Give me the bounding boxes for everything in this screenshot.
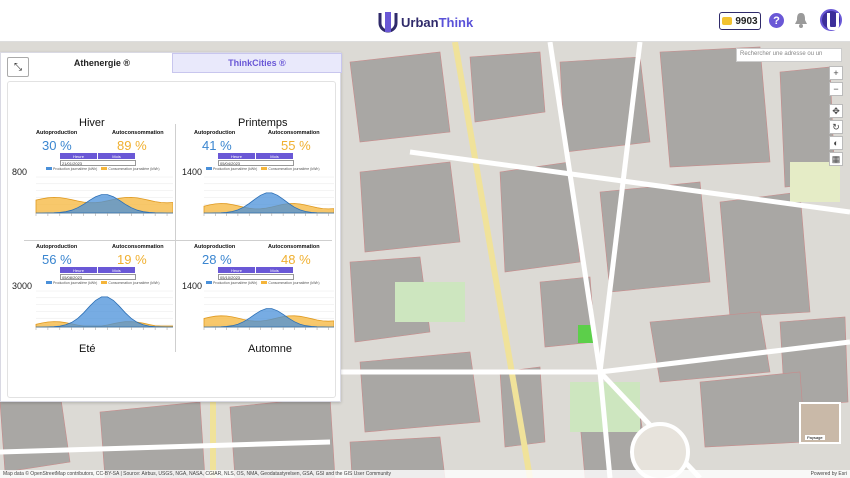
autoconsommation-value: 48 % (281, 252, 311, 267)
help-button[interactable]: ? (769, 13, 784, 28)
legend-prod: Production journalière (kWh) (46, 281, 97, 285)
hour-option[interactable]: Heure (60, 153, 98, 159)
autoproduction-label: Autoproduction (194, 130, 236, 136)
notification-bell-icon[interactable] (794, 12, 808, 28)
legend-prod: Production journalière (kWh) (46, 167, 97, 171)
season-title: Eté (79, 343, 96, 355)
autoconsommation-value: 89 % (117, 138, 147, 153)
map-toolbar: + − ✥ ↻ ◐ ▦ (829, 66, 843, 166)
month-option[interactable]: Mois (98, 267, 136, 273)
rotate-icon[interactable]: ↻ (829, 120, 843, 134)
period-toggle[interactable]: Heure Mois (60, 267, 136, 273)
zoom-in-button[interactable]: + (829, 66, 843, 80)
basemap-label: Paysage (805, 435, 825, 440)
month-option[interactable]: Mois (256, 267, 294, 273)
energy-chart (35, 290, 173, 330)
date-input[interactable]: 05/08/2023 (60, 274, 136, 280)
autoproduction-label: Autoproduction (36, 130, 78, 136)
energy-chart (35, 176, 173, 216)
hour-option[interactable]: Heure (60, 267, 98, 273)
autoconsommation-label: Autoconsommation (112, 244, 164, 250)
y-axis-max: 800 (12, 167, 28, 177)
autoproduction-value: 30 % (42, 138, 72, 153)
urbanthink-logo-icon (378, 12, 398, 33)
coins-icon (722, 17, 733, 25)
energy-chart (203, 176, 334, 216)
season-ete: Eté Autoproduction Autoconsommation 56 %… (12, 244, 174, 355)
season-title: Automne (248, 343, 293, 355)
collapse-panel-icon[interactable]: ⤡ (7, 57, 29, 77)
autoconsommation-value: 55 % (281, 138, 311, 153)
autoconsommation-value: 19 % (117, 252, 147, 267)
hour-option[interactable]: Heure (218, 267, 256, 273)
autoproduction-value: 56 % (42, 252, 72, 267)
map-attribution: Map data © OpenStreetMap contributors, C… (0, 470, 850, 478)
credits-badge[interactable]: 9903 (719, 12, 761, 30)
address-search-input[interactable]: Rechercher une adresse ou un (736, 48, 842, 62)
date-input[interactable]: 05/10/2023 (218, 274, 294, 280)
autoproduction-value: 28 % (202, 252, 232, 267)
hour-option[interactable]: Heure (218, 153, 256, 159)
autoproduction-label: Autoproduction (36, 244, 78, 250)
chart-legend: Production journalière (kWh) Consommatio… (46, 281, 160, 285)
legend-cons: Consommation journalière (kWh) (261, 281, 320, 285)
top-bar: UrbanThink 9903 ? (0, 0, 850, 42)
user-avatar[interactable] (820, 9, 842, 31)
powered-by: Powered by Esri (810, 471, 847, 477)
energy-chart (203, 290, 334, 330)
month-option[interactable]: Mois (256, 153, 294, 159)
brand-logo[interactable]: UrbanThink (378, 10, 473, 34)
legend-prod: Production journalière (kWh) (206, 167, 257, 171)
energy-panel: ⤡ Athenergie ® ThinkCities ® Hiver Autop… (0, 52, 342, 402)
credits-value: 9903 (735, 15, 758, 27)
tab-athenergie[interactable]: Athenergie ® (31, 53, 173, 73)
period-toggle[interactable]: Heure Mois (60, 153, 136, 159)
season-title: Hiver (79, 117, 105, 129)
legend-cons: Consommation journalière (kWh) (101, 167, 160, 171)
legend-cons: Consommation journalière (kWh) (101, 281, 160, 285)
legend-cons: Consommation journalière (kWh) (261, 167, 320, 171)
compass-icon[interactable]: ◐ (829, 136, 843, 150)
chart-legend: Production journalière (kWh) Consommatio… (206, 167, 320, 171)
season-automne: Automne Autoproduction Autoconsommation … (182, 244, 338, 355)
pan-icon[interactable]: ✥ (829, 104, 843, 118)
brand-name: UrbanThink (401, 14, 474, 30)
grid-divider-vertical (175, 124, 176, 352)
legend-prod: Production journalière (kWh) (206, 281, 257, 285)
zoom-out-button[interactable]: − (829, 82, 843, 96)
season-printemps: Printemps Autoproduction Autoconsommatio… (182, 117, 338, 227)
chart-legend: Production journalière (kWh) Consommatio… (206, 281, 320, 285)
autoconsommation-label: Autoconsommation (112, 130, 164, 136)
chart-legend: Production journalière (kWh) Consommatio… (46, 167, 160, 171)
tab-thinkcities[interactable]: ThinkCities ® (172, 53, 342, 73)
autoproduction-value: 41 % (202, 138, 232, 153)
season-title: Printemps (238, 117, 288, 129)
autoconsommation-label: Autoconsommation (268, 244, 320, 250)
season-grid: Hiver Autoproduction Autoconsommation 30… (7, 81, 336, 398)
basemap-toggle-thumbnail[interactable]: Paysage (799, 402, 841, 444)
date-input[interactable]: 05/04/2023 (218, 160, 294, 166)
autoproduction-label: Autoproduction (194, 244, 236, 250)
autoconsommation-label: Autoconsommation (268, 130, 320, 136)
date-input[interactable]: 21/01/2023 (60, 160, 136, 166)
period-toggle[interactable]: Heure Mois (218, 267, 294, 273)
period-toggle[interactable]: Heure Mois (218, 153, 294, 159)
season-hiver: Hiver Autoproduction Autoconsommation 30… (12, 117, 174, 227)
month-option[interactable]: Mois (98, 153, 136, 159)
basemap-icon[interactable]: ▦ (829, 152, 843, 166)
grid-divider-horizontal (24, 240, 332, 241)
